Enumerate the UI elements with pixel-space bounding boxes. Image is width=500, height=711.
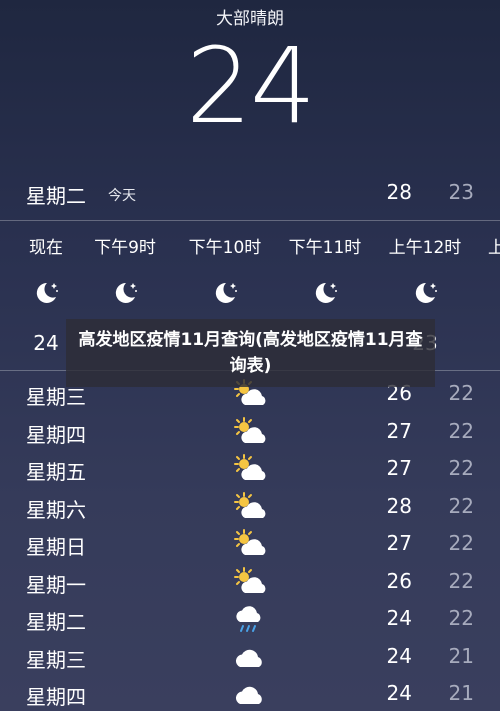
daily-day-name: 星期四 bbox=[26, 422, 86, 447]
daily-row: 星期三 24 21 bbox=[0, 638, 500, 676]
daily-low: 21 bbox=[448, 643, 474, 668]
moon-stars-icon bbox=[109, 277, 141, 309]
daily-low: 22 bbox=[448, 493, 474, 518]
current-temperature: 24 bbox=[185, 25, 316, 147]
daily-high: 24 bbox=[386, 681, 412, 705]
hourly-time-label: 上午12时 bbox=[388, 238, 462, 258]
hourly-time-label: 上 bbox=[488, 238, 500, 258]
daily-row: 星期一 26 22 bbox=[0, 563, 500, 601]
hourly-time-label: 下午11时 bbox=[288, 238, 362, 258]
rain-cloud-icon bbox=[231, 602, 269, 636]
today-day-name: 星期二 bbox=[26, 184, 86, 208]
daily-day-name: 星期六 bbox=[26, 497, 86, 522]
daily-day-name: 星期一 bbox=[26, 572, 86, 597]
banner-text: 高发地区疫情11月查询(高发地区疫情11月查询表) bbox=[78, 330, 423, 376]
daily-low: 22 bbox=[448, 381, 474, 405]
daily-day-name: 星期四 bbox=[26, 685, 86, 709]
cloud-icon bbox=[231, 677, 269, 711]
hourly-time-label: 下午10时 bbox=[188, 238, 262, 258]
today-high: 28 bbox=[386, 180, 412, 204]
daily-low: 22 bbox=[448, 568, 474, 593]
daily-row: 星期日 27 22 bbox=[0, 525, 500, 563]
daily-high: 27 bbox=[386, 456, 412, 480]
daily-low: 22 bbox=[448, 456, 474, 480]
today-row: 星期二 今天 28 23 bbox=[0, 176, 500, 212]
daily-day-name: 星期五 bbox=[26, 460, 86, 484]
moon-stars-icon bbox=[30, 277, 62, 309]
daily-high: 27 bbox=[386, 531, 412, 555]
daily-low: 21 bbox=[448, 681, 474, 705]
partly-sunny-icon bbox=[231, 415, 269, 449]
cloud-icon bbox=[231, 640, 269, 674]
partly-sunny-icon bbox=[231, 565, 269, 599]
daily-high: 26 bbox=[386, 568, 412, 593]
hourly-time-label: 下午9时 bbox=[94, 238, 156, 258]
daily-high: 24 bbox=[386, 643, 412, 668]
moon-stars-icon bbox=[409, 277, 441, 309]
daily-row: 星期二 24 22 bbox=[0, 600, 500, 638]
daily-low: 22 bbox=[448, 531, 474, 555]
daily-high: 27 bbox=[386, 418, 412, 443]
partly-sunny-icon bbox=[231, 527, 269, 561]
daily-day-name: 星期日 bbox=[26, 535, 86, 559]
article-title-banner: 高发地区疫情11月查询(高发地区疫情11月查询表) bbox=[66, 319, 435, 387]
moon-stars-icon bbox=[309, 277, 341, 309]
daily-high: 28 bbox=[386, 493, 412, 518]
partly-sunny-icon bbox=[231, 490, 269, 524]
daily-high: 24 bbox=[386, 606, 412, 630]
daily-day-name: 星期二 bbox=[26, 610, 86, 634]
daily-row: 星期四 24 21 bbox=[0, 675, 500, 711]
daily-day-name: 星期三 bbox=[26, 647, 86, 672]
today-tag: 今天 bbox=[108, 188, 136, 204]
daily-row: 星期六 28 22 bbox=[0, 488, 500, 526]
daily-low: 22 bbox=[448, 606, 474, 630]
today-low: 23 bbox=[448, 180, 474, 204]
daily-row: 星期四 27 22 bbox=[0, 413, 500, 451]
daily-low: 22 bbox=[448, 418, 474, 443]
partly-sunny-icon bbox=[231, 452, 269, 486]
moon-stars-icon bbox=[209, 277, 241, 309]
daily-row: 星期五 27 22 bbox=[0, 450, 500, 488]
